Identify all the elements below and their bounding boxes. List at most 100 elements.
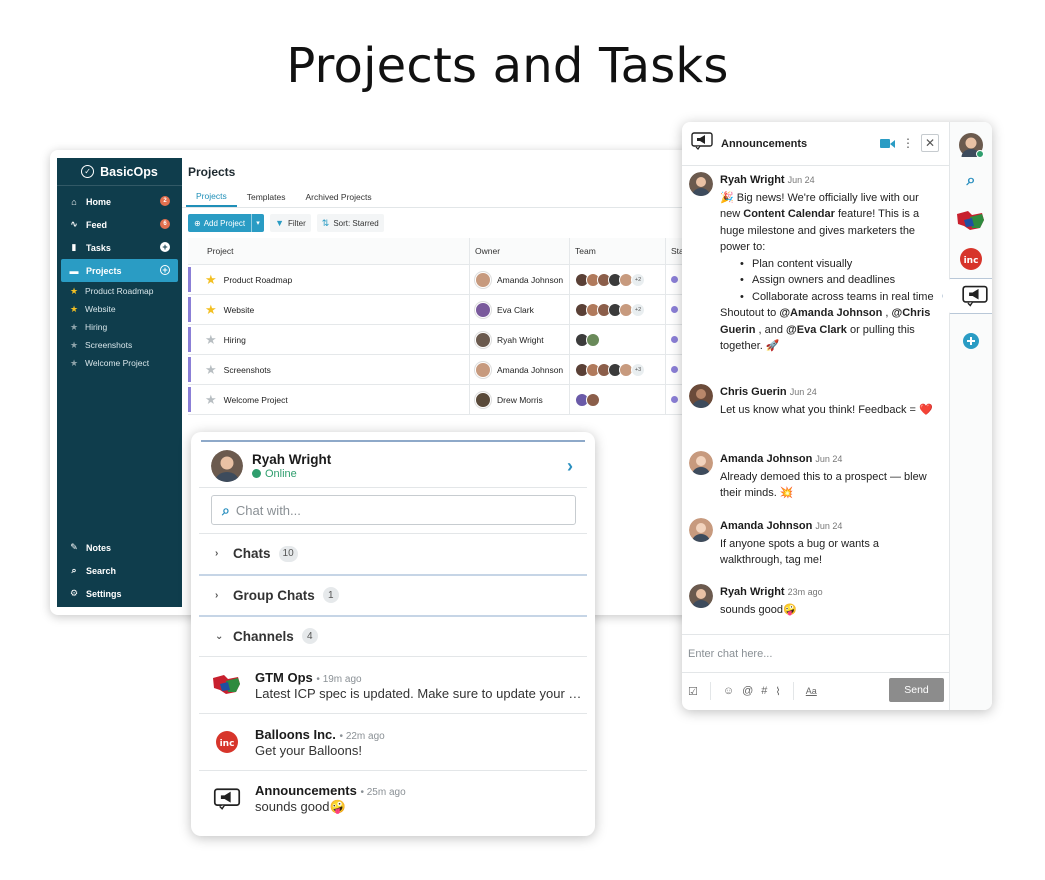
project-name[interactable]: Screenshots	[224, 365, 271, 375]
add-channel-icon[interactable]	[958, 328, 984, 354]
check-circle-icon: ✓	[81, 165, 95, 178]
user-avatar[interactable]	[211, 449, 243, 482]
team-cell[interactable]: +3	[570, 355, 666, 384]
avatar[interactable]	[689, 384, 713, 408]
sidebar-project-item[interactable]: ★ Welcome Project	[57, 354, 182, 372]
star-icon[interactable]: ★	[69, 340, 79, 351]
user-avatar[interactable]	[958, 132, 984, 158]
checkbox-icon[interactable]: ☑	[688, 685, 698, 698]
sort-button[interactable]: ⇅ Sort: Starred	[316, 214, 384, 232]
online-status: Online	[252, 468, 331, 480]
chat-search-input[interactable]: ⌕ Chat with...	[211, 495, 576, 525]
avatar[interactable]	[689, 518, 713, 542]
nav-notes[interactable]: ✎ Notes	[57, 536, 182, 559]
tab-archived-projects[interactable]: Archived Projects	[295, 186, 381, 207]
channel-item-gtm-ops[interactable]: GTM Ops • 19m ago Latest ICP spec is upd…	[199, 656, 587, 713]
section-channels[interactable]: ⌄ Channels 4	[199, 615, 587, 655]
hashtag-icon[interactable]: #	[761, 685, 767, 697]
close-icon[interactable]: ✕	[921, 134, 939, 152]
attach-icon[interactable]: ⌇	[775, 685, 780, 698]
channel-item-announcements[interactable]: Announcements • 25m ago sounds good🤪	[199, 770, 587, 827]
megaphone-icon[interactable]	[962, 283, 988, 309]
column-project[interactable]: Project	[188, 238, 470, 264]
team-cell[interactable]: +2	[570, 295, 666, 324]
table-row[interactable]: ★ Welcome Project Drew Morris	[188, 385, 730, 415]
message-author[interactable]: Chris Guerin	[720, 386, 787, 398]
star-icon[interactable]: ★	[69, 304, 79, 315]
tab-projects[interactable]: Projects	[186, 186, 237, 207]
send-button[interactable]: Send	[889, 678, 944, 702]
brand-logo[interactable]: ✓ BasicOps	[57, 158, 182, 186]
mention[interactable]: @Eva Clark	[786, 324, 847, 336]
project-name[interactable]: Website	[224, 305, 255, 315]
gtm-ops-icon[interactable]	[956, 208, 986, 234]
avatar[interactable]	[689, 172, 713, 196]
owner-cell[interactable]: Amanda Johnson	[470, 355, 570, 384]
nav-projects[interactable]: ▬ Projects +	[61, 259, 178, 282]
filter-button[interactable]: ▼ Filter	[270, 214, 311, 232]
message-author[interactable]: Ryah Wright	[720, 586, 785, 598]
nav-settings[interactable]: ⚙ Settings	[57, 582, 182, 605]
section-chats[interactable]: › Chats 10	[199, 533, 587, 573]
column-owner[interactable]: Owner	[470, 238, 570, 264]
table-row[interactable]: ★ Hiring Ryah Wright	[188, 325, 730, 355]
video-call-icon[interactable]	[880, 138, 895, 149]
star-icon[interactable]: ★	[69, 358, 79, 369]
sidebar-project-item[interactable]: ★ Hiring	[57, 318, 182, 336]
message-author[interactable]: Amanda Johnson	[720, 453, 812, 465]
add-task-icon[interactable]: +	[160, 242, 170, 252]
sidebar-project-item[interactable]: ★ Website	[57, 300, 182, 318]
format-text-icon[interactable]: Aa	[806, 686, 817, 696]
star-icon[interactable]: ★	[69, 286, 79, 297]
chevron-down-icon[interactable]: ▾	[251, 214, 264, 232]
message-author[interactable]: Ryah Wright	[720, 174, 785, 186]
owner-cell[interactable]: Drew Morris	[470, 385, 570, 414]
sidebar-project-item[interactable]: ★ Product Roadmap	[57, 282, 182, 300]
project-name[interactable]: Product Roadmap	[224, 275, 293, 285]
avatar[interactable]	[689, 451, 713, 475]
owner-cell[interactable]: Amanda Johnson	[470, 265, 570, 294]
nav-search[interactable]: ⌕ Search	[57, 559, 182, 582]
more-options-icon[interactable]: ⋮	[902, 136, 914, 150]
sidebar-project-item[interactable]: ★ Screenshots	[57, 336, 182, 354]
chevron-right-icon[interactable]: ›	[567, 456, 573, 477]
nav-home[interactable]: ⌂ Home 2	[57, 190, 182, 213]
star-icon[interactable]: ★	[205, 302, 217, 318]
team-cell[interactable]	[570, 385, 666, 414]
chat-user-header[interactable]: Ryah Wright Online ›	[199, 444, 587, 488]
message: Ryah Wright Jun 24 🎉 Big news! We're off…	[689, 172, 941, 355]
emoji-icon[interactable]: ☺	[723, 685, 734, 697]
star-icon[interactable]: ★	[205, 392, 217, 408]
avatar[interactable]	[689, 584, 713, 608]
column-team[interactable]: Team	[570, 238, 666, 264]
team-cell[interactable]	[570, 325, 666, 354]
mention-icon[interactable]: @	[742, 685, 753, 697]
project-name[interactable]: Hiring	[224, 335, 246, 345]
star-icon[interactable]: ★	[205, 362, 217, 378]
add-project-icon[interactable]: +	[160, 265, 170, 275]
count-badge: 1	[322, 587, 339, 603]
table-row[interactable]: ★ Screenshots Amanda Johnson +3	[188, 355, 730, 385]
add-project-button[interactable]: ⊕ Add Project ▾	[188, 214, 265, 232]
chat-input[interactable]: Enter chat here...	[682, 635, 950, 673]
table-row[interactable]: ★ Website Eva Clark +2	[188, 295, 730, 325]
nav-feed[interactable]: ∿ Feed 6	[57, 213, 182, 236]
section-group-chats[interactable]: › Group Chats 1	[199, 574, 587, 614]
channel-item-balloons-inc[interactable]: inc Balloons Inc. • 22m ago Get your Bal…	[199, 713, 587, 770]
message-author[interactable]: Amanda Johnson	[720, 520, 812, 532]
search-icon[interactable]: ⌕	[958, 168, 984, 194]
mention[interactable]: @Amanda Johnson	[779, 307, 882, 319]
balloons-inc-icon[interactable]: inc	[958, 246, 984, 272]
tab-templates[interactable]: Templates	[237, 186, 296, 207]
message-time: Jun 24	[789, 387, 817, 397]
owner-cell[interactable]: Eva Clark	[470, 295, 570, 324]
project-name[interactable]: Welcome Project	[224, 395, 288, 405]
star-icon[interactable]: ★	[205, 272, 217, 288]
nav-tasks[interactable]: ▮ Tasks +	[57, 236, 182, 259]
star-icon[interactable]: ★	[205, 332, 217, 348]
star-icon[interactable]: ★	[69, 322, 79, 333]
team-cell[interactable]: +2	[570, 265, 666, 294]
megaphone-icon	[211, 783, 243, 815]
owner-cell[interactable]: Ryah Wright	[470, 325, 570, 354]
table-row[interactable]: ★ Product Roadmap Amanda Johnson +2	[188, 265, 730, 295]
